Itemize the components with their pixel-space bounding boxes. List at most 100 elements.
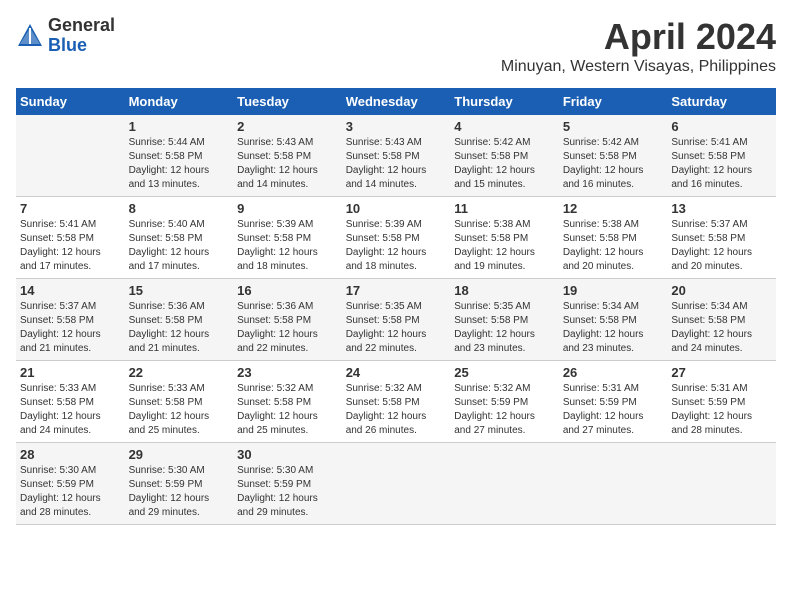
calendar-cell: 2 Sunrise: 5:43 AM Sunset: 5:58 PM Daylig… <box>233 115 342 197</box>
day-number: 28 <box>20 447 121 462</box>
calendar-cell: 20 Sunrise: 5:34 AM Sunset: 5:58 PM Dayli… <box>667 279 776 361</box>
location-subtitle: Minuyan, Western Visayas, Philippines <box>501 58 776 76</box>
calendar-cell: 28 Sunrise: 5:30 AM Sunset: 5:59 PM Dayli… <box>16 443 125 525</box>
day-info: Sunrise: 5:34 AM Sunset: 5:58 PM Dayligh… <box>563 300 664 356</box>
day-number: 27 <box>671 365 772 380</box>
day-number: 4 <box>454 119 555 134</box>
day-number: 10 <box>346 201 447 216</box>
calendar-table: SundayMondayTuesdayWednesdayThursdayFrid… <box>16 88 776 525</box>
day-info: Sunrise: 5:36 AM Sunset: 5:58 PM Dayligh… <box>237 300 338 356</box>
day-info: Sunrise: 5:42 AM Sunset: 5:58 PM Dayligh… <box>563 136 664 192</box>
day-number: 11 <box>454 201 555 216</box>
calendar-cell <box>342 443 451 525</box>
calendar-cell: 15Sunrise: 5:36 AM Sunset: 5:58 PM Dayli… <box>125 279 234 361</box>
calendar-cell <box>667 443 776 525</box>
calendar-cell: 12 Sunrise: 5:38 AM Sunset: 5:58 PM Dayli… <box>559 197 668 279</box>
calendar-cell: 30 Sunrise: 5:30 AM Sunset: 5:59 PM Dayli… <box>233 443 342 525</box>
calendar-cell: 18 Sunrise: 5:35 AM Sunset: 5:58 PM Dayli… <box>450 279 559 361</box>
day-info: Sunrise: 5:32 AM Sunset: 5:58 PM Dayligh… <box>237 382 338 438</box>
logo: General Blue <box>16 16 115 56</box>
day-info: Sunrise: 5:30 AM Sunset: 5:59 PM Dayligh… <box>237 464 338 520</box>
day-number: 23 <box>237 365 338 380</box>
calendar-cell: 26 Sunrise: 5:31 AM Sunset: 5:59 PM Dayli… <box>559 361 668 443</box>
day-number: 19 <box>563 283 664 298</box>
day-info: Sunrise: 5:37 AM Sunset: 5:58 PM Dayligh… <box>20 300 121 356</box>
calendar-cell <box>559 443 668 525</box>
day-number: 2 <box>237 119 338 134</box>
header-tuesday: Tuesday <box>233 88 342 115</box>
day-info: Sunrise: 5:33 AM Sunset: 5:58 PM Dayligh… <box>129 382 230 438</box>
day-number: 8 <box>129 201 230 216</box>
calendar-cell: 4 Sunrise: 5:42 AM Sunset: 5:58 PM Daylig… <box>450 115 559 197</box>
week-row-5: 28 Sunrise: 5:30 AM Sunset: 5:59 PM Dayli… <box>16 443 776 525</box>
calendar-cell: 10 Sunrise: 5:39 AM Sunset: 5:58 PM Dayli… <box>342 197 451 279</box>
day-number: 29 <box>129 447 230 462</box>
day-info: Sunrise: 5:34 AM Sunset: 5:58 PM Dayligh… <box>671 300 772 356</box>
calendar-cell: 6Sunrise: 5:41 AM Sunset: 5:58 PM Daylig… <box>667 115 776 197</box>
calendar-cell: 5 Sunrise: 5:42 AM Sunset: 5:58 PM Daylig… <box>559 115 668 197</box>
calendar-cell: 19 Sunrise: 5:34 AM Sunset: 5:58 PM Dayli… <box>559 279 668 361</box>
logo-blue: Blue <box>48 36 115 56</box>
calendar-cell: 27 Sunrise: 5:31 AM Sunset: 5:59 PM Dayli… <box>667 361 776 443</box>
calendar-cell: 8 Sunrise: 5:40 AM Sunset: 5:58 PM Daylig… <box>125 197 234 279</box>
day-number: 15 <box>129 283 230 298</box>
calendar-cell: 17 Sunrise: 5:35 AM Sunset: 5:58 PM Dayli… <box>342 279 451 361</box>
header-wednesday: Wednesday <box>342 88 451 115</box>
calendar-cell: 24Sunrise: 5:32 AM Sunset: 5:58 PM Dayli… <box>342 361 451 443</box>
calendar-cell: 22 Sunrise: 5:33 AM Sunset: 5:58 PM Dayli… <box>125 361 234 443</box>
day-number: 20 <box>671 283 772 298</box>
day-info: Sunrise: 5:38 AM Sunset: 5:58 PM Dayligh… <box>563 218 664 274</box>
day-number: 1 <box>129 119 230 134</box>
day-number: 16 <box>237 283 338 298</box>
day-info: Sunrise: 5:30 AM Sunset: 5:59 PM Dayligh… <box>129 464 230 520</box>
title-section: April 2024 Minuyan, Western Visayas, Phi… <box>501 16 776 76</box>
header-row: SundayMondayTuesdayWednesdayThursdayFrid… <box>16 88 776 115</box>
header-monday: Monday <box>125 88 234 115</box>
day-info: Sunrise: 5:35 AM Sunset: 5:58 PM Dayligh… <box>454 300 555 356</box>
calendar-cell: 23 Sunrise: 5:32 AM Sunset: 5:58 PM Dayli… <box>233 361 342 443</box>
day-info: Sunrise: 5:44 AM Sunset: 5:58 PM Dayligh… <box>129 136 230 192</box>
logo-icon <box>16 22 44 50</box>
calendar-cell: 11 Sunrise: 5:38 AM Sunset: 5:58 PM Dayli… <box>450 197 559 279</box>
day-info: Sunrise: 5:43 AM Sunset: 5:58 PM Dayligh… <box>346 136 447 192</box>
day-info: Sunrise: 5:31 AM Sunset: 5:59 PM Dayligh… <box>671 382 772 438</box>
day-info: Sunrise: 5:38 AM Sunset: 5:58 PM Dayligh… <box>454 218 555 274</box>
day-number: 26 <box>563 365 664 380</box>
day-number: 17 <box>346 283 447 298</box>
day-number: 18 <box>454 283 555 298</box>
day-number: 30 <box>237 447 338 462</box>
calendar-cell: 9Sunrise: 5:39 AM Sunset: 5:58 PM Daylig… <box>233 197 342 279</box>
calendar-cell <box>450 443 559 525</box>
calendar-cell: 16 Sunrise: 5:36 AM Sunset: 5:58 PM Dayli… <box>233 279 342 361</box>
day-number: 21 <box>20 365 121 380</box>
day-info: Sunrise: 5:30 AM Sunset: 5:59 PM Dayligh… <box>20 464 121 520</box>
day-number: 7 <box>20 201 121 216</box>
day-number: 13 <box>671 201 772 216</box>
day-number: 5 <box>563 119 664 134</box>
day-info: Sunrise: 5:40 AM Sunset: 5:58 PM Dayligh… <box>129 218 230 274</box>
calendar-cell: 21 Sunrise: 5:33 AM Sunset: 5:58 PM Dayli… <box>16 361 125 443</box>
day-number: 22 <box>129 365 230 380</box>
month-title: April 2024 <box>501 16 776 58</box>
day-number: 12 <box>563 201 664 216</box>
calendar-cell: 3Sunrise: 5:43 AM Sunset: 5:58 PM Daylig… <box>342 115 451 197</box>
day-info: Sunrise: 5:37 AM Sunset: 5:58 PM Dayligh… <box>671 218 772 274</box>
calendar-cell: 29 Sunrise: 5:30 AM Sunset: 5:59 PM Dayli… <box>125 443 234 525</box>
header-thursday: Thursday <box>450 88 559 115</box>
calendar-cell: 7 Sunrise: 5:41 AM Sunset: 5:58 PM Daylig… <box>16 197 125 279</box>
day-info: Sunrise: 5:32 AM Sunset: 5:58 PM Dayligh… <box>346 382 447 438</box>
calendar-cell: 25Sunrise: 5:32 AM Sunset: 5:59 PM Dayli… <box>450 361 559 443</box>
day-info: Sunrise: 5:39 AM Sunset: 5:58 PM Dayligh… <box>346 218 447 274</box>
day-info: Sunrise: 5:33 AM Sunset: 5:58 PM Dayligh… <box>20 382 121 438</box>
day-info: Sunrise: 5:42 AM Sunset: 5:58 PM Dayligh… <box>454 136 555 192</box>
day-number: 9 <box>237 201 338 216</box>
day-number: 6 <box>671 119 772 134</box>
day-info: Sunrise: 5:31 AM Sunset: 5:59 PM Dayligh… <box>563 382 664 438</box>
day-info: Sunrise: 5:35 AM Sunset: 5:58 PM Dayligh… <box>346 300 447 356</box>
logo-general: General <box>48 16 115 36</box>
calendar-cell <box>16 115 125 197</box>
day-info: Sunrise: 5:41 AM Sunset: 5:58 PM Dayligh… <box>20 218 121 274</box>
calendar-cell: 14Sunrise: 5:37 AM Sunset: 5:58 PM Dayli… <box>16 279 125 361</box>
day-info: Sunrise: 5:43 AM Sunset: 5:58 PM Dayligh… <box>237 136 338 192</box>
week-row-1: 1 Sunrise: 5:44 AM Sunset: 5:58 PM Daylig… <box>16 115 776 197</box>
